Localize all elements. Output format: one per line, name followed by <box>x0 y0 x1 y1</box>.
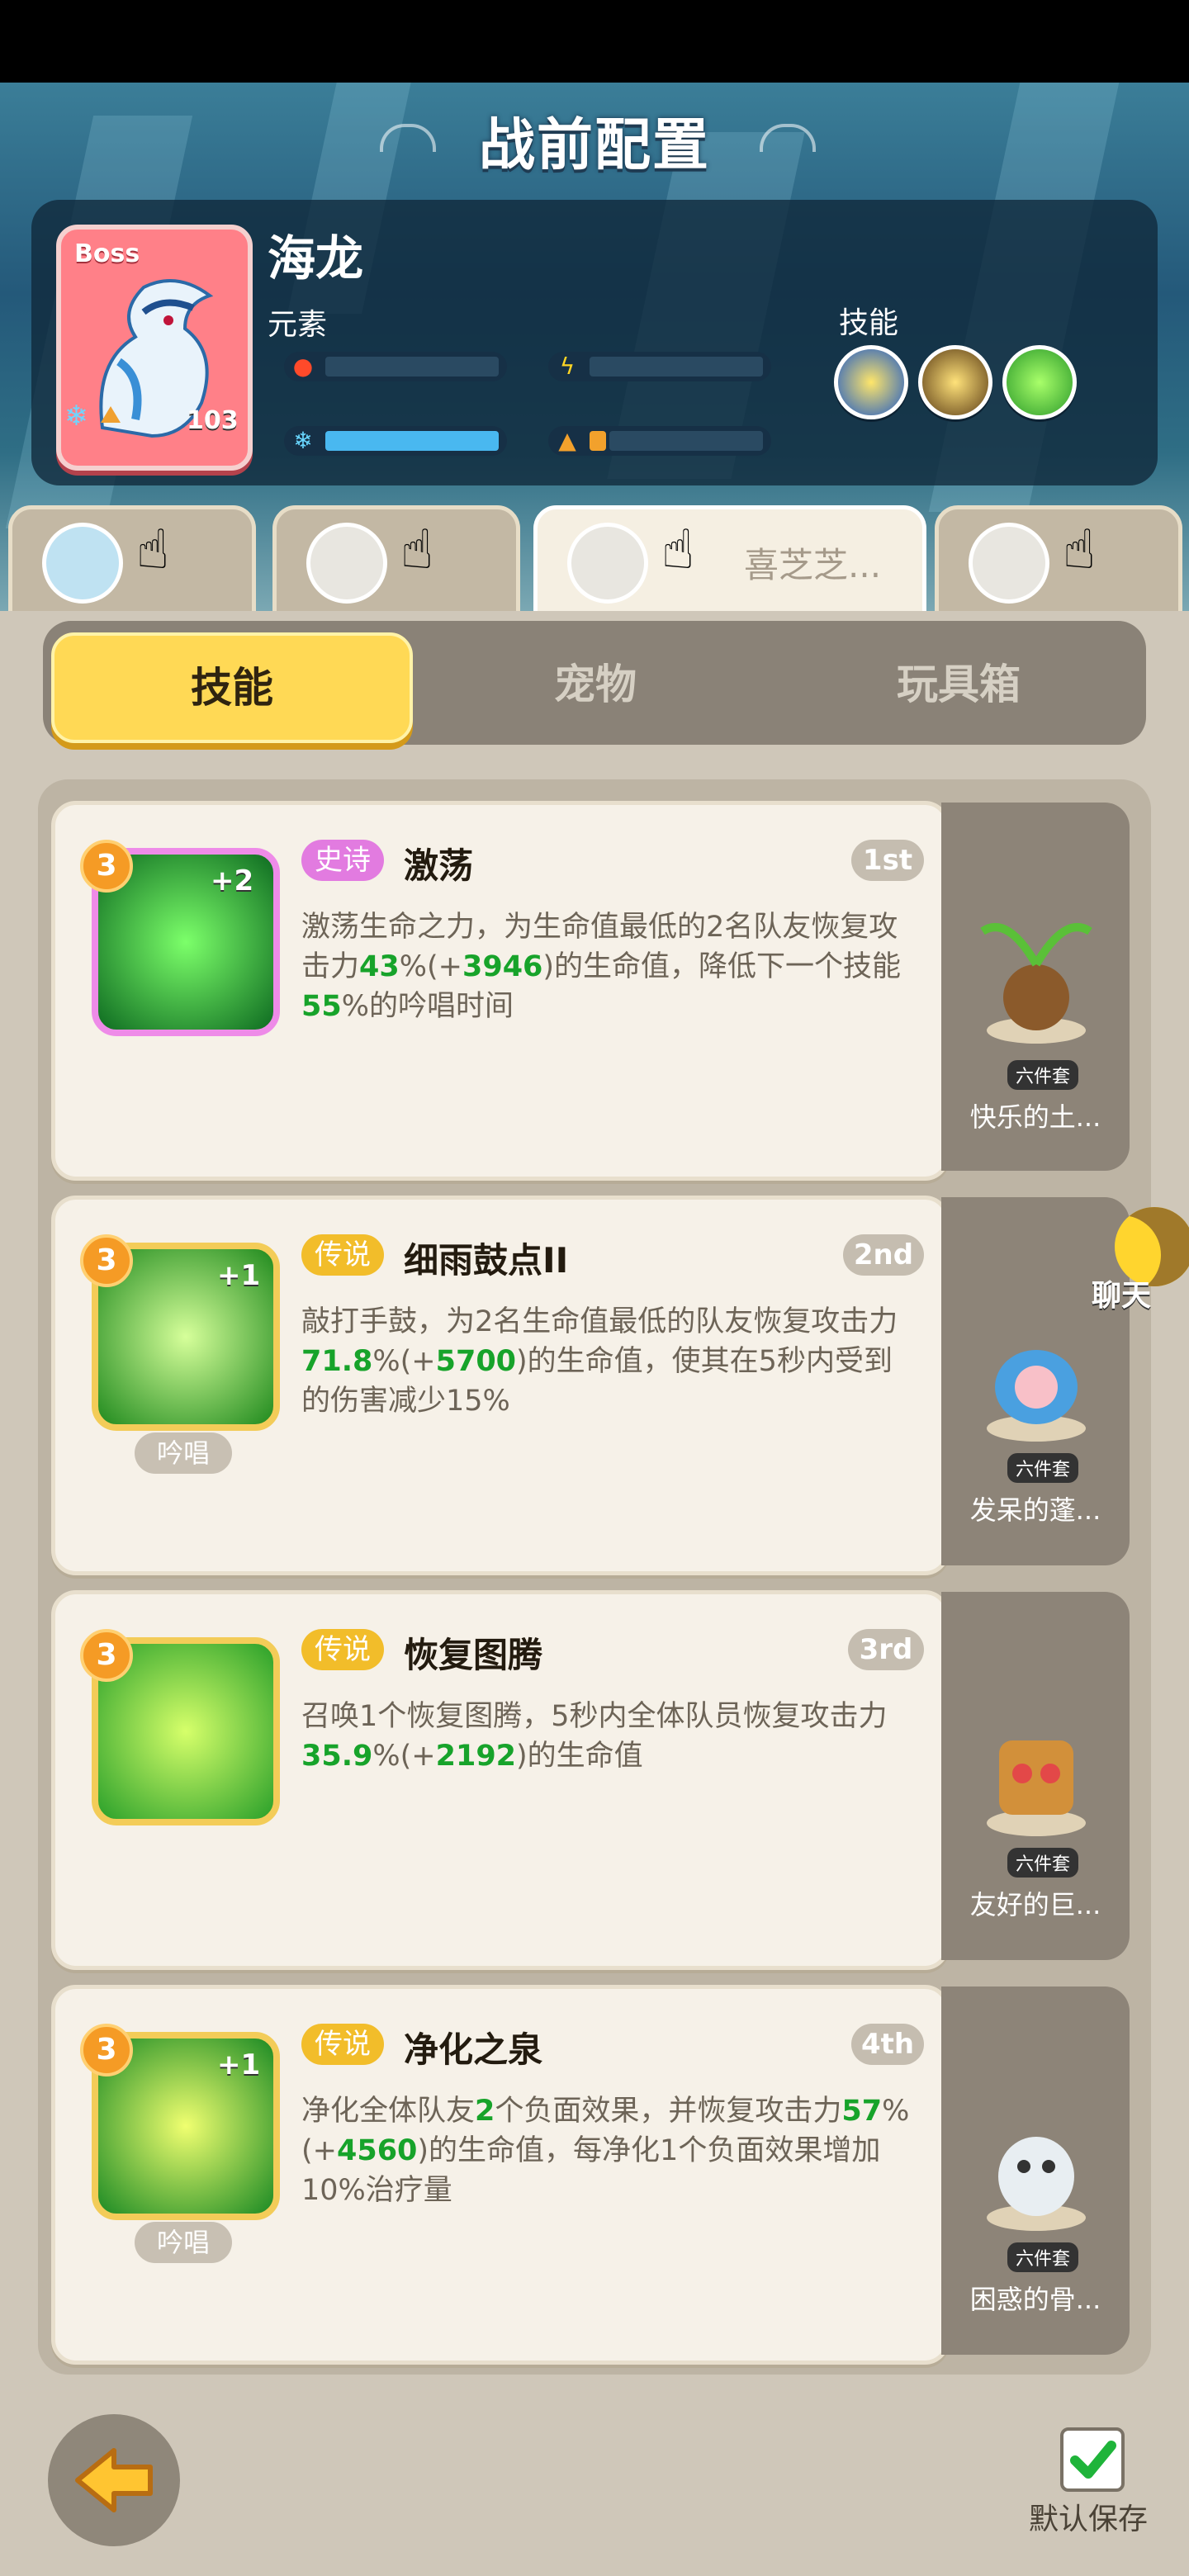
hero-tab-name: 喜芝芝... <box>744 545 882 585</box>
rarity-badge: 史诗 <box>301 840 384 881</box>
rarity-badge: 传说 <box>301 1234 384 1276</box>
ice-element-bar: ❄ <box>284 426 507 456</box>
pet-name: 困惑的骨... <box>969 2284 1101 2315</box>
skill-description: 敲打手鼓，为2名生命值最低的队友恢复攻击力71.8%(+5700)的生命值，使其… <box>301 1305 898 1418</box>
pet-image <box>987 2137 1086 2231</box>
skill-card-4[interactable]: 3 +1 吟唱 传说 净化之泉 4th 净化全体队友2个负面效果，并恢复攻击力5… <box>51 1985 950 2365</box>
skill-description: 激荡生命之力，为生命值最低的2名队友恢复攻击力43%(+3946)的生命值，降低… <box>301 911 902 1023</box>
boss-skill-2-icon[interactable] <box>918 345 992 419</box>
skill-rank: 4th <box>851 2024 924 2065</box>
element-label: 元素 <box>268 308 328 342</box>
pet-name: 快乐的土... <box>969 1101 1101 1133</box>
checkbox-icon[interactable] <box>1060 2427 1125 2492</box>
skill-plus: +1 <box>217 2048 261 2081</box>
rarity-badge: 传说 <box>301 2024 384 2065</box>
pet-image <box>980 923 1092 1044</box>
skill-name: 细雨鼓点II <box>404 1240 569 1281</box>
segment-skills[interactable]: 技能 <box>51 632 413 743</box>
skill-description: 净化全体队友2个负面效果，并恢复攻击力57%(+4560)的生命值，每净化1个负… <box>301 2095 910 2207</box>
boss-skill-label: 技能 <box>839 306 899 340</box>
pointing-hand-icon: ☝ <box>400 518 434 581</box>
fire-element-bar: ● <box>284 352 507 381</box>
skill-description: 召唤1个恢复图腾，5秒内全体队员恢复攻击力35.9%(+2192)的生命值 <box>301 1700 888 1773</box>
hero-tab-1[interactable]: ☝ <box>8 505 256 619</box>
boss-skill-1-icon[interactable] <box>834 345 908 419</box>
default-save-label[interactable]: 默认保存 <box>1029 2495 1148 2538</box>
pet-set-badge: 六件套 <box>1007 1453 1079 1483</box>
back-button[interactable] <box>48 2414 180 2546</box>
boss-skill-3-icon[interactable] <box>1002 345 1077 419</box>
skill-plus: +2 <box>211 864 254 897</box>
pet-slot-3[interactable]: 六件套 友好的巨... <box>941 1592 1130 1960</box>
hero-tab-3[interactable]: ☝ 喜芝芝... <box>533 505 926 619</box>
avatar <box>306 523 387 604</box>
pet-name: 友好的巨... <box>969 1889 1101 1920</box>
pet-slot-1[interactable]: 六件套 快乐的土... <box>941 803 1130 1171</box>
pet-set-badge: 六件套 <box>1007 1060 1079 1090</box>
fire-icon: ● <box>292 353 314 380</box>
skill-name: 激荡 <box>404 845 474 886</box>
segment-toybox[interactable]: 玩具箱 <box>781 632 1136 736</box>
lightning-element-bar: ϟ <box>548 352 771 381</box>
skill-card-1[interactable]: 3 +2 史诗 激荡 1st 激荡生命之力，为生命值最低的2名队友恢复攻击力43… <box>51 801 950 1181</box>
pet-slot-2[interactable]: 六件套 发呆的蓬... <box>941 1197 1130 1565</box>
hero-tab-2[interactable]: ☝ <box>272 505 520 619</box>
lightning-icon: ϟ <box>559 353 576 380</box>
skill-level-badge: 3 <box>80 1234 133 1287</box>
arrow-left-icon <box>75 2448 153 2512</box>
chat-label[interactable]: 聊天 <box>1092 1271 1151 1314</box>
earth-element-icon <box>101 406 121 423</box>
avatar <box>567 523 648 604</box>
skill-card-3[interactable]: 3 传说 恢复图腾 3rd 召唤1个恢复图腾，5秒内全体队员恢复攻击力35.9%… <box>51 1590 950 1970</box>
boss-name: 海龙 <box>268 230 364 286</box>
skill-rank: 2nd <box>843 1234 924 1276</box>
hero-tab-4[interactable]: ☝ <box>935 505 1182 619</box>
pet-name: 发呆的蓬... <box>969 1494 1101 1526</box>
skill-name: 净化之泉 <box>404 2029 543 2070</box>
avatar <box>969 523 1049 604</box>
skill-level-badge: 3 <box>80 840 133 893</box>
page-title: 战前配置 <box>478 113 710 178</box>
check-icon <box>1070 2441 1116 2479</box>
skill-rank: 1st <box>851 840 924 881</box>
pet-image <box>987 1350 1086 1442</box>
pointing-hand-icon: ☝ <box>136 518 170 581</box>
skill-level-badge: 3 <box>80 2024 133 2076</box>
avatar <box>42 523 123 604</box>
earth-element-bar: ▲ <box>548 426 771 456</box>
boss-level: 103 <box>187 406 239 435</box>
status-bar <box>0 0 1189 83</box>
rarity-badge: 传说 <box>301 1629 384 1670</box>
pet-set-badge: 六件套 <box>1007 2242 1079 2272</box>
boss-tag: Boss <box>74 239 140 268</box>
mountain-icon: ▲ <box>558 427 576 454</box>
pointing-hand-icon: ☝ <box>661 518 695 581</box>
skill-level-badge: 3 <box>80 1629 133 1682</box>
snowflake-icon: ❄ <box>293 427 313 454</box>
skill-rank: 3rd <box>848 1629 924 1670</box>
chant-tag: 吟唱 <box>135 2222 232 2263</box>
ice-element-icon: ❄ <box>64 400 88 433</box>
pet-set-badge: 六件套 <box>1007 1848 1079 1878</box>
skill-name: 恢复图腾 <box>404 1635 543 1675</box>
pet-image <box>987 1740 1086 1836</box>
pointing-hand-icon: ☝ <box>1063 518 1097 581</box>
skill-card-2[interactable]: 3 +1 吟唱 传说 细雨鼓点II 2nd 敲打手鼓，为2名生命值最低的队友恢复… <box>51 1196 950 1575</box>
pet-slot-4[interactable]: 六件套 困惑的骨... <box>941 1986 1130 2355</box>
segment-pets[interactable]: 宠物 <box>418 632 773 736</box>
skill-plus: +1 <box>217 1259 261 1292</box>
chant-tag: 吟唱 <box>135 1432 232 1474</box>
